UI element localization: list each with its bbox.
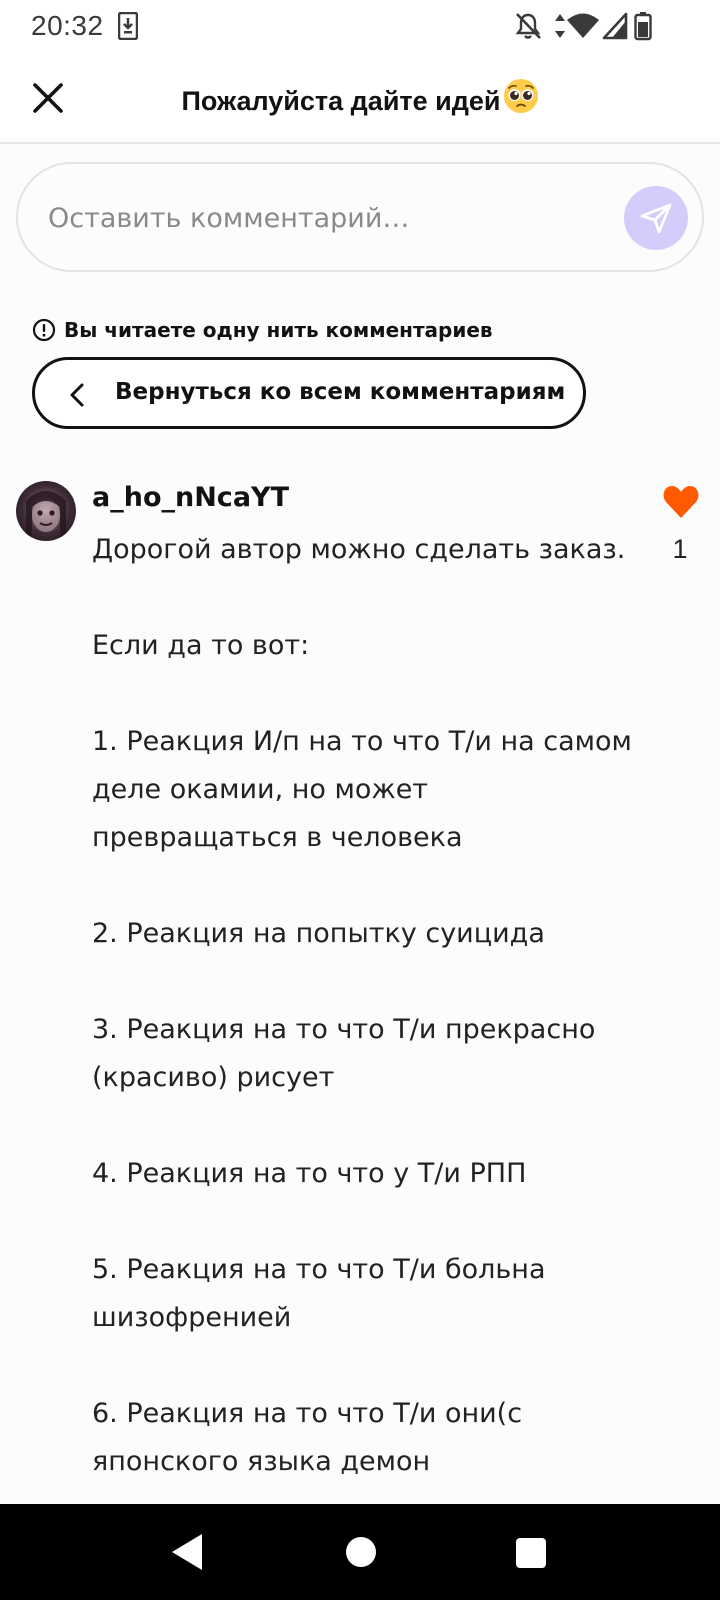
nav-recents-icon[interactable] [516, 1538, 546, 1568]
comment-line: Если да то вот: [92, 630, 310, 661]
close-icon[interactable] [26, 76, 70, 120]
avatar-image [26, 491, 66, 541]
comment-body: Дорогой автор можно сделать заказ. Если … [92, 526, 632, 1486]
system-nav-bar [0, 1504, 720, 1600]
signal-icon [602, 12, 628, 40]
comment-line: 1. Реакция И/п на то что Т/и на самом де… [92, 726, 632, 853]
heart-icon[interactable] [662, 484, 700, 520]
comment-line: 2. Реакция на попытку суицида [92, 918, 545, 949]
notifications-off-icon [515, 13, 541, 39]
download-icon [118, 12, 138, 40]
comment-line: 4. Реакция на то что у Т/и РПП [92, 1158, 527, 1189]
comment-line [92, 1342, 632, 1390]
send-button[interactable] [624, 186, 688, 250]
nav-home-icon[interactable] [346, 1537, 376, 1567]
thread-notice: Вы читаете одну нить комментариев [32, 318, 493, 342]
comment-line: 5. Реакция на то что Т/и больна шизофрен… [92, 1254, 546, 1333]
back-button-label: Вернуться ко всем комментариям [115, 379, 566, 405]
wifi-icon [567, 13, 599, 38]
nav-back-icon[interactable] [168, 1530, 208, 1574]
page-title-text: Пожалуйста дайте идей [181, 86, 501, 116]
info-icon [32, 318, 56, 342]
comment-line: Дорогой автор можно сделать заказ. [92, 534, 626, 565]
back-to-all-comments-button[interactable]: Вернуться ко всем комментариям [32, 357, 586, 429]
comment-box [16, 162, 704, 272]
status-bar: 20:32 [0, 0, 720, 52]
comment-line [92, 1198, 632, 1246]
battery-icon [634, 12, 652, 41]
comment-line [92, 862, 632, 910]
comment-line [92, 574, 632, 622]
pleading-face-emoji-icon [503, 79, 538, 113]
data-arrows-icon [555, 14, 565, 38]
comment-line [92, 670, 632, 718]
send-icon [640, 203, 672, 234]
comment-line: 3. Реакция на то что Т/и прекрасно (крас… [92, 1014, 596, 1093]
like-count: 1 [672, 534, 688, 564]
comment-line: 6. Реакция на то что Т/и они(с японского… [92, 1398, 523, 1477]
screen: 20:32 Пожалуйста дайте идей Оставить ком… [0, 0, 720, 1600]
comment-input[interactable] [48, 188, 608, 248]
status-time: 20:32 [31, 10, 104, 41]
comment-line [92, 958, 632, 1006]
thread-notice-text: Вы читаете одну нить комментариев [64, 318, 493, 342]
avatar[interactable] [16, 481, 76, 541]
header: Пожалуйста дайте идей [0, 52, 720, 144]
comment-username[interactable]: a_ho_nNcaYT [92, 482, 289, 513]
comment-line [92, 1102, 632, 1150]
page-title: Пожалуйста дайте идей [120, 78, 600, 117]
chevron-left-icon [70, 383, 84, 407]
